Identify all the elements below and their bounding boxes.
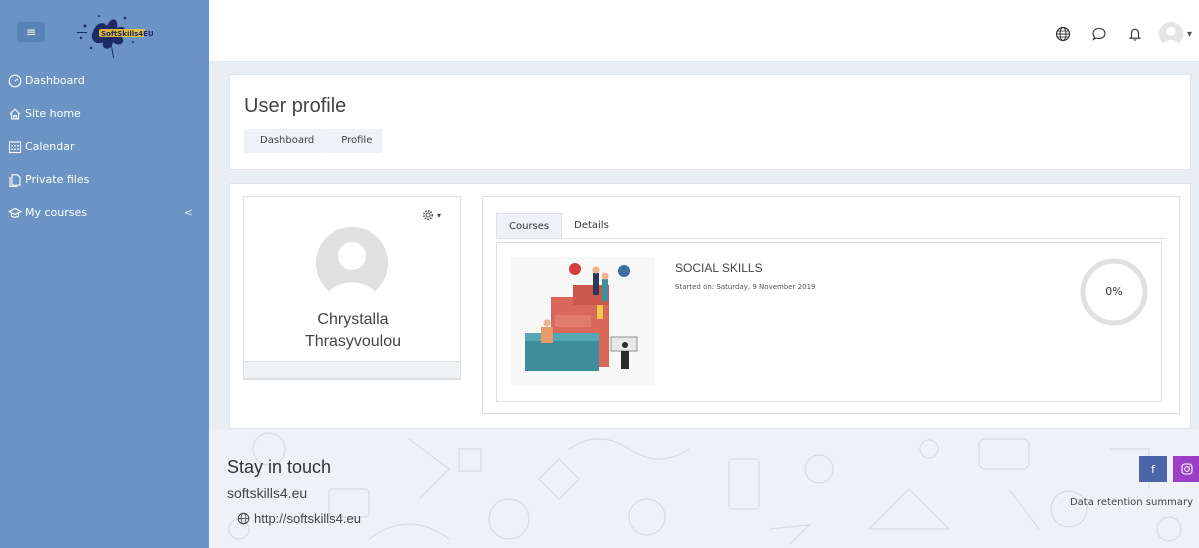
graduation-cap-icon xyxy=(8,207,22,218)
sidebar-item-site-home[interactable]: Site home xyxy=(0,97,209,130)
course-progress-label: 0% xyxy=(1105,285,1123,298)
breadcrumb: Dashboard Profile xyxy=(244,129,383,153)
tab-courses[interactable]: Courses xyxy=(496,213,563,238)
navbar-icons: ▾ xyxy=(1045,20,1199,48)
data-retention-summary-link[interactable]: Data retention summary xyxy=(1070,497,1193,508)
user-avatar[interactable] xyxy=(1159,22,1183,46)
tab-details[interactable]: Details xyxy=(562,213,621,238)
svg-text:SoftSkills4EU: SoftSkills4EU xyxy=(101,30,154,38)
user-menu-caret-icon[interactable]: ▾ xyxy=(1187,29,1199,40)
navbar-brand-area: ≡ SoftSkills4EU xyxy=(0,0,209,62)
page-title: User profile xyxy=(244,95,347,117)
profile-settings-menu[interactable]: ▾ xyxy=(422,209,441,221)
hamburger-icon[interactable]: ≡ xyxy=(17,22,45,42)
calendar-icon xyxy=(8,140,22,153)
breadcrumb-profile: Profile xyxy=(341,135,373,146)
sidebar-item-calendar[interactable]: Calendar xyxy=(0,130,209,163)
profile-header-box: ▾ Chrystalla Thrasyvoulou xyxy=(243,196,461,380)
stay-in-touch-heading: Stay in touch xyxy=(227,457,332,477)
sidebar-item-label: Calendar xyxy=(25,140,75,153)
instagram-icon[interactable] xyxy=(1173,456,1199,482)
course-start-date: Started on: Saturday, 9 November 2019 xyxy=(675,283,816,291)
sidebar-item-dashboard[interactable]: Dashboard xyxy=(0,64,209,97)
user-last-name: Thrasyvoulou xyxy=(304,333,402,350)
footer-site-name: softskills4.eu xyxy=(227,485,308,501)
home-icon xyxy=(9,107,21,120)
sidebar-item-private-files[interactable]: Private files xyxy=(0,163,209,196)
gear-icon xyxy=(423,210,433,220)
profile-tabs: Courses Details xyxy=(496,213,1166,239)
course-card[interactable]: SOCIAL SKILLS Started on: Saturday, 9 No… xyxy=(496,242,1162,402)
breadcrumb-dashboard[interactable]: Dashboard xyxy=(244,129,331,153)
globe-icon xyxy=(237,512,250,525)
course-image[interactable] xyxy=(511,257,655,385)
files-icon xyxy=(9,173,21,187)
user-first-name: Chrystalla xyxy=(317,311,389,328)
globe-icon[interactable] xyxy=(1045,22,1081,46)
sidebar-item-label: Dashboard xyxy=(25,74,85,87)
social-links: f xyxy=(1133,456,1199,482)
course-progress-ring: 0% xyxy=(1079,257,1149,327)
sidebar-item-label: Site home xyxy=(25,107,81,120)
chat-bubble-icon[interactable] xyxy=(1081,22,1117,46)
courses-panel: Courses Details SOCIAL SKILLS Started on… xyxy=(482,196,1180,414)
profile-region: ▾ Chrystalla Thrasyvoulou Courses Detail… xyxy=(229,183,1191,429)
bell-icon[interactable] xyxy=(1117,22,1153,46)
sidebar: Dashboard Site home Calendar Private fil… xyxy=(0,62,209,548)
profile-picture xyxy=(316,227,388,299)
sidebar-item-my-courses[interactable]: My courses < xyxy=(0,196,209,229)
sidebar-item-label: My courses xyxy=(25,206,87,219)
sidebar-item-label: Private files xyxy=(25,173,90,186)
course-name[interactable]: SOCIAL SKILLS xyxy=(675,261,763,275)
caret-down-icon: ▾ xyxy=(437,210,442,220)
user-fullname: Chrystalla Thrasyvoulou xyxy=(244,309,462,353)
footer-site-link[interactable]: http://softskills4.eu xyxy=(237,511,361,526)
gauge-icon xyxy=(8,74,22,87)
top-navbar: ≡ SoftSkills4EU ▾ xyxy=(0,0,1199,62)
profile-header-footer xyxy=(243,361,461,379)
chevron-left-icon[interactable]: < xyxy=(184,206,193,219)
footer-doodle-background xyxy=(228,432,1182,546)
site-logo[interactable]: SoftSkills4EU xyxy=(63,6,159,58)
page-footer: Stay in touch softskills4.eu http://soft… xyxy=(209,429,1199,548)
footer-url-text[interactable]: http://softskills4.eu xyxy=(254,511,361,526)
page-header: User profile Dashboard Profile xyxy=(229,74,1191,170)
facebook-icon[interactable]: f xyxy=(1139,456,1167,482)
